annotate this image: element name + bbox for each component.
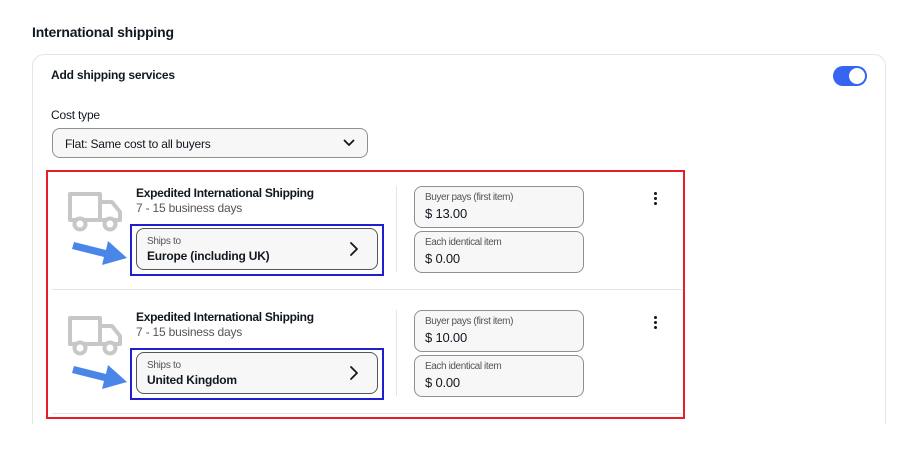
ships-to-button[interactable]: Ships to United Kingdom <box>136 352 378 394</box>
buyer-pays-field[interactable]: Buyer pays (first item) $ 10.00 <box>414 310 584 352</box>
each-item-value: $ 0.00 <box>425 375 460 390</box>
toggle-knob <box>849 68 865 84</box>
each-item-label: Each identical item <box>425 361 502 372</box>
ships-to-value: United Kingdom <box>147 373 237 387</box>
each-item-label: Each identical item <box>425 237 502 248</box>
row-divider <box>52 289 682 290</box>
cost-type-value: Flat: Same cost to all buyers <box>65 137 211 151</box>
service-title: Expedited International Shipping <box>136 186 314 200</box>
row-divider <box>52 413 682 414</box>
buyer-pays-label: Buyer pays (first item) <box>425 316 514 327</box>
vertical-divider <box>396 310 397 396</box>
ships-to-label: Ships to <box>147 360 181 371</box>
ships-to-button[interactable]: Ships to Europe (including UK) <box>136 228 378 270</box>
service-title: Expedited International Shipping <box>136 310 314 324</box>
more-options-icon[interactable] <box>645 188 665 208</box>
each-identical-item-field[interactable]: Each identical item $ 0.00 <box>414 355 584 397</box>
section-title: International shipping <box>32 24 174 40</box>
buyer-pays-label: Buyer pays (first item) <box>425 192 514 203</box>
service-delivery-time: 7 - 15 business days <box>136 201 243 215</box>
service-delivery-time: 7 - 15 business days <box>136 325 243 339</box>
arrow-right-icon <box>72 241 127 265</box>
each-identical-item-field[interactable]: Each identical item $ 0.00 <box>414 231 584 273</box>
truck-icon <box>68 192 122 232</box>
buyer-pays-value: $ 10.00 <box>425 330 467 345</box>
chevron-down-icon <box>343 139 355 146</box>
ships-to-label: Ships to <box>147 236 181 247</box>
vertical-divider <box>396 186 397 272</box>
shipping-service-row: Expedited International Shipping 7 - 15 … <box>52 296 682 414</box>
shipping-service-row: Expedited International Shipping 7 - 15 … <box>52 172 682 290</box>
each-item-value: $ 0.00 <box>425 251 460 266</box>
more-options-icon[interactable] <box>645 312 665 332</box>
arrow-right-icon <box>72 365 127 389</box>
chevron-right-icon <box>350 366 358 380</box>
chevron-right-icon <box>350 242 358 256</box>
buyer-pays-field[interactable]: Buyer pays (first item) $ 13.00 <box>414 186 584 228</box>
cost-type-select[interactable]: Flat: Same cost to all buyers <box>52 128 368 158</box>
truck-icon <box>68 316 122 356</box>
ships-to-value: Europe (including UK) <box>147 249 270 263</box>
cost-type-label: Cost type <box>51 108 100 122</box>
card-title: Add shipping services <box>51 68 175 82</box>
shipping-services-toggle[interactable] <box>833 66 867 86</box>
buyer-pays-value: $ 13.00 <box>425 206 467 221</box>
